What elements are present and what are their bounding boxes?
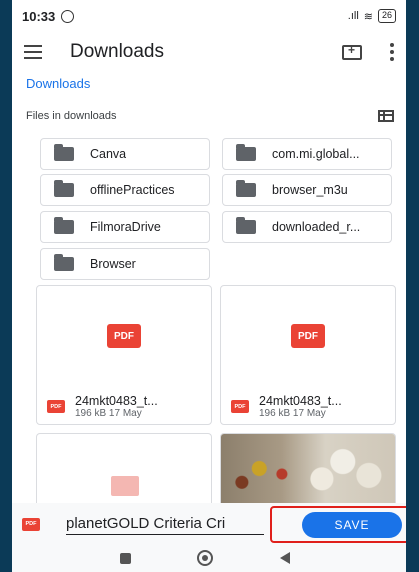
file-info: 196 kB 17 May [259,408,326,419]
wifi-icon: ≋ [363,10,373,23]
new-folder-icon[interactable] [342,43,362,60]
folder-label: offlinePractices [90,183,175,197]
file-info: 196 kB 17 May [75,408,142,419]
back-icon[interactable] [280,552,290,564]
more-options-icon[interactable] [390,43,394,61]
file-card[interactable]: PDF PDF 24mkt0483_t... 196 kB 17 May [36,285,212,425]
screen: 10:33 .ıll ≋ 26 Downloads Downloads File… [12,0,406,572]
pdf-type-icon: PDF [231,400,249,413]
app-actions [342,43,394,61]
folder-icon [236,144,256,161]
status-right: .ıll ≋ 26 [348,9,396,23]
folder-item[interactable]: com.mi.global... [222,138,392,170]
battery-icon: 26 [377,9,396,23]
folder-label: com.mi.global... [272,147,360,161]
filename-input[interactable] [66,513,264,535]
pdf-icon: PDF [291,324,325,348]
pdf-file-icon: PDF [22,517,40,531]
video-file-card[interactable] [36,433,212,503]
image-thumbnail [221,434,395,503]
folder-icon [54,217,74,234]
signal-icon: .ıll [347,10,359,22]
app-bar: Downloads [12,34,406,70]
folder-icon [54,254,74,271]
status-time: 10:33 [22,8,56,24]
section-header: Files in downloads [26,110,394,122]
image-file-card[interactable] [220,433,396,503]
breadcrumb[interactable]: Downloads [26,76,90,91]
folder-label: Canva [90,147,127,161]
folder-item[interactable]: downloaded_r... [222,211,392,243]
status-left: 10:33 [22,8,75,24]
status-bar: 10:33 .ıll ≋ 26 [12,0,406,32]
folder-icon [236,217,256,234]
page-title: Downloads [70,41,164,62]
list-view-icon[interactable] [378,110,394,122]
folder-item[interactable]: browser_m3u [222,174,392,206]
folder-label: browser_m3u [272,183,348,197]
folder-label: FilmoraDrive [90,220,161,234]
folder-item[interactable]: offlinePractices [40,174,210,206]
folder-icon [54,144,74,161]
file-preview: PDF [37,286,211,386]
folder-item[interactable]: Browser [40,248,210,280]
folder-label: downloaded_r... [272,220,361,234]
folder-icon [236,180,256,197]
section-title: Files in downloads [26,110,117,122]
file-preview: PDF [221,286,395,386]
save-bar: PDF SAVE [12,503,406,545]
hamburger-menu-icon[interactable] [24,45,42,59]
pdf-icon: PDF [107,324,141,348]
file-name: 24mkt0483_t... [259,394,342,408]
video-icon [111,476,139,496]
folder-item[interactable]: Canva [40,138,210,170]
file-meta: PDF 24mkt0483_t... 196 kB 17 May [231,394,342,419]
file-card[interactable]: PDF PDF 24mkt0483_t... 196 kB 17 May [220,285,396,425]
home-icon[interactable] [197,550,213,566]
file-meta: PDF 24mkt0483_t... 196 kB 17 May [47,394,158,419]
save-button[interactable]: SAVE [302,512,402,538]
folder-label: Browser [90,257,136,271]
folder-item[interactable]: FilmoraDrive [40,211,210,243]
pdf-type-icon: PDF [47,400,65,413]
navigation-bar [12,545,406,572]
folder-icon [54,180,74,197]
file-name: 24mkt0483_t... [75,394,158,408]
recents-icon[interactable] [120,553,131,564]
whatsapp-icon [61,9,75,23]
